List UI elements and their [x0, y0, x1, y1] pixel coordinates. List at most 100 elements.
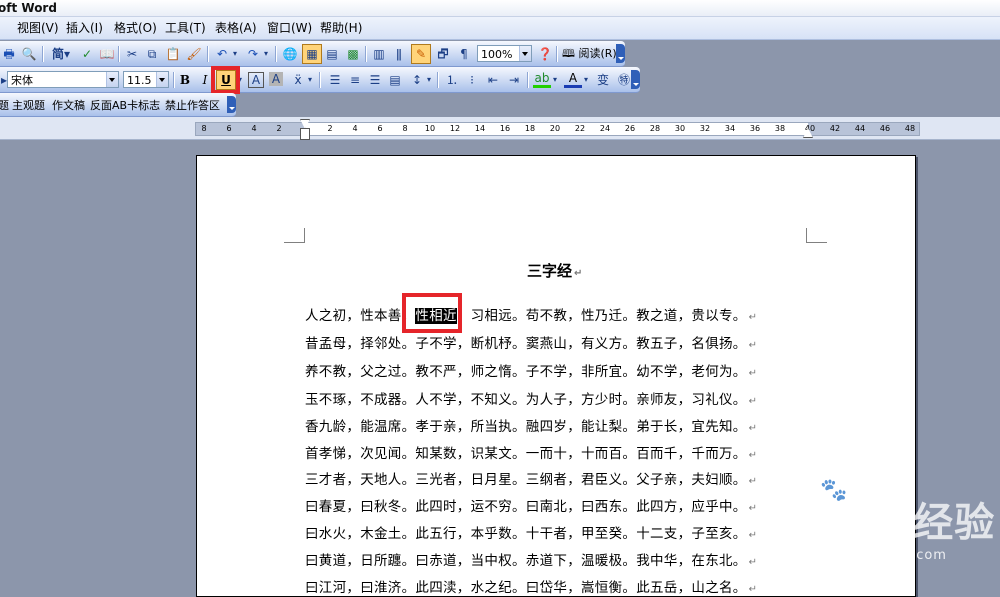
menu-insert[interactable]: 插入(I) [63, 19, 106, 37]
text-line[interactable]: 三才者，天地人。三光者，日月星。三纲者，君臣义。父子亲，夫妇顺。 ↵ [305, 468, 757, 488]
ruler-label: 34 [724, 124, 736, 133]
insert-excel-icon[interactable]: ▩ [344, 45, 362, 63]
document-title[interactable]: 三字经 ↵ [527, 260, 582, 281]
numbering-icon[interactable]: ⒈ [443, 71, 461, 89]
ruler-label: 8 [402, 124, 408, 133]
text-line[interactable]: 曰黄道，日所躔。曰赤道，当中权。赤道下，温暖极。我中华，在东北。 ↵ [305, 549, 757, 569]
align-right-icon[interactable]: ☰ [366, 71, 384, 89]
line-text-before: 人之初，性本善， [305, 308, 416, 324]
text-line[interactable]: 昔孟母，择邻处。子不学，断机杼。窦燕山，有义方。教五子，名俱扬。 ↵ [305, 332, 757, 352]
help-icon[interactable]: ❓ [536, 45, 554, 63]
print-icon[interactable]: 🖶 [0, 45, 18, 63]
undo-dropdown-icon[interactable]: ▾ [231, 45, 239, 63]
copy-icon[interactable]: ⧉ [143, 45, 161, 63]
hanging-indent-marker[interactable] [300, 128, 310, 140]
toolbar-options-icon[interactable] [227, 96, 236, 113]
char-scaling-icon[interactable]: ẍ [289, 71, 307, 89]
scaling-dropdown-icon[interactable]: ▾ [306, 71, 314, 89]
text-line[interactable]: 玉不琢，不成器。人不学，不知义。为人子，方少时。亲师友，习礼仪。 ↵ [305, 388, 757, 408]
distributed-icon[interactable]: ▤ [386, 71, 404, 89]
menu-help[interactable]: 帮助(H) [317, 19, 365, 37]
ruler-label: 4 [352, 124, 358, 133]
text-line[interactable]: 曰江河，曰淮济。此四渎，水之纪。曰岱华，嵩恒衡。此五岳，山之名。 ↵ [305, 576, 757, 596]
tool-subjective[interactable]: 主观题 [12, 96, 45, 115]
undo-icon[interactable]: ↶ [213, 45, 231, 63]
insert-table-icon[interactable]: ▤ [323, 45, 341, 63]
watermark-url: jingyan.baidu.com [810, 548, 947, 563]
research-icon[interactable]: 📖 [98, 45, 116, 63]
menu-window[interactable]: 窗口(W) [264, 19, 315, 37]
paragraph-mark: ↵ [748, 423, 758, 434]
line-text: 曰水火，木金土。此五行，本乎数。十干者，甲至癸。十二支，子至亥。 [305, 526, 747, 542]
text-line[interactable]: 曰春夏，曰秋冬。此四时，运不穷。曰南北，曰西东。此四方，应乎中。 ↵ [305, 495, 757, 515]
document-map-2-icon[interactable]: 🗗 [434, 45, 452, 63]
menu-view[interactable]: 视图(V) [14, 19, 62, 37]
text-line[interactable]: 首孝悌，次见闻。知某数，识某文。一而十，十而百。百而千，千而万。 ↵ [305, 442, 757, 462]
increase-indent-icon[interactable]: ⇥ [505, 71, 523, 89]
toolbar-options-icon[interactable] [631, 70, 640, 89]
hyperlink-icon[interactable]: 🌐 [281, 45, 299, 63]
line-text-after: ，习相远。苟不教，性乃迁。教之道，贵以专。 [456, 308, 747, 324]
highlight-dropdown-icon[interactable]: ▾ [551, 71, 559, 89]
font-size-combo[interactable]: 11.5 [123, 71, 169, 88]
highlight-icon[interactable]: ab [533, 71, 551, 88]
ruler-label: 16 [499, 124, 511, 133]
ruler-label: 36 [749, 124, 761, 133]
char-shading-icon[interactable]: A [269, 72, 283, 86]
toolbar-options-icon[interactable] [616, 44, 625, 63]
simplified-chinese-icon[interactable]: 简▾ [48, 45, 74, 63]
text-line[interactable]: 人之初，性本善，性相近，习相远。苟不教，性乃迁。教之道，贵以专。 ↵ [305, 304, 757, 324]
text-line[interactable]: 曰水火，木金土。此五行，本乎数。十干者，甲至癸。十二支，子至亥。 ↵ [305, 522, 757, 542]
drawing-icon[interactable]: ǁ [390, 45, 408, 63]
margin-corner-left [284, 228, 305, 243]
menu-table[interactable]: 表格(A) [212, 19, 260, 37]
chevron-down-icon[interactable] [519, 46, 531, 61]
show-hide-icon[interactable]: ¶ [455, 45, 473, 63]
separator [556, 46, 558, 62]
redo-icon[interactable]: ↷ [244, 45, 262, 63]
standard-toolbar: 🖶 🔍 简▾ ✓ 📖 ✂ ⧉ 📋 🖌 ↶ ▾ ↷ ▾ 🌐 ▦ ▤ ▩ ▥ ǁ ✎… [0, 41, 625, 67]
menu-tools[interactable]: 工具(T) [162, 19, 209, 37]
phonetic-guide-icon[interactable]: 变 [594, 71, 612, 89]
paste-icon[interactable]: 📋 [164, 45, 182, 63]
cut-icon[interactable]: ✂ [123, 45, 141, 63]
redo-dropdown-icon[interactable]: ▾ [262, 45, 270, 63]
spellcheck-icon[interactable]: ✓ [78, 45, 96, 63]
bullets-icon[interactable]: ⁝ [463, 71, 481, 89]
window-title: oft Word [0, 1, 57, 15]
chevron-down-icon[interactable] [156, 72, 168, 87]
line-spacing-dropdown-icon[interactable]: ▾ [425, 71, 433, 89]
read-button[interactable]: 🕮 阅读(R) [562, 44, 617, 63]
tool-question[interactable]: 题 [0, 96, 9, 115]
decrease-indent-icon[interactable]: ⇤ [484, 71, 502, 89]
paragraph-mark: ↵ [748, 312, 758, 323]
zoom-combo[interactable]: 100% [477, 45, 532, 62]
document-map-icon[interactable]: ✎ [411, 44, 431, 64]
font-color-dropdown-icon[interactable]: ▾ [582, 71, 590, 89]
text-line[interactable]: 香九龄，能温席。孝于亲，所当执。融四岁，能让梨。弟于长，宜先知。 ↵ [305, 415, 757, 435]
tool-composition[interactable]: 作文稿 [52, 96, 85, 115]
menu-format[interactable]: 格式(O) [111, 19, 160, 37]
columns-icon[interactable]: ▥ [370, 45, 388, 63]
paragraph-mark: ↵ [748, 340, 758, 351]
font-color-icon[interactable]: A [564, 71, 582, 88]
tables-borders-icon[interactable]: ▦ [302, 44, 322, 64]
custom-toolbar: 题 主观题 作文稿 反面AB卡标志 禁止作答区 [0, 93, 236, 117]
font-name-combo[interactable]: 宋体 [7, 71, 119, 88]
separator [207, 46, 209, 62]
print-preview-icon[interactable]: 🔍 [20, 45, 38, 63]
separator [527, 72, 529, 88]
ruler-label: 48 [904, 124, 916, 133]
baidu-watermark: 🐾 Baidu 经验 jingyan.baidu.com [755, 470, 1000, 585]
tool-ab-card[interactable]: 反面AB卡标志 [90, 96, 160, 115]
align-justify-icon[interactable]: ☰ [326, 71, 344, 89]
char-border-icon[interactable]: A [248, 72, 264, 88]
text-line[interactable]: 养不教，父之过。教不严，师之惰。子不学，非所宜。幼不学，老何为。 ↵ [305, 360, 757, 380]
line-spacing-icon[interactable]: ↕ [408, 71, 426, 89]
align-center-icon[interactable]: ≡ [346, 71, 364, 89]
chevron-down-icon[interactable] [106, 72, 118, 87]
annotation-box-selection [402, 293, 462, 333]
format-painter-icon[interactable]: 🖌 [185, 45, 203, 63]
bold-icon[interactable]: B [176, 71, 194, 89]
tool-no-answer-zone[interactable]: 禁止作答区 [165, 96, 220, 115]
